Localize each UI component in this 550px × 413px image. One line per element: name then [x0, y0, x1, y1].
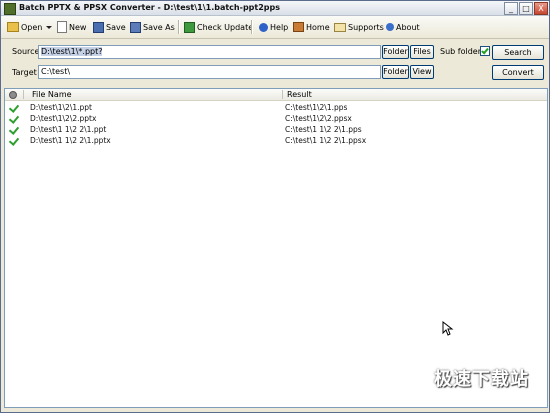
about-button[interactable]: About — [386, 19, 420, 35]
maximize-button[interactable]: □ — [519, 2, 533, 15]
folder-open-icon — [7, 22, 19, 32]
result-cell: C:\test\1\2\2.ppsx — [285, 114, 352, 123]
target-input[interactable]: C:\test\ — [38, 65, 381, 79]
mouse-cursor-icon — [442, 321, 454, 336]
source-input[interactable]: D:\test\1\*.ppt? — [38, 45, 381, 59]
target-view-button[interactable]: View — [410, 65, 434, 79]
save-as-label: Save As — [143, 22, 175, 32]
column-header-file-name[interactable]: File Name — [32, 89, 72, 100]
toolbar-separator — [178, 20, 180, 34]
file-name-cell: D:\test\1 1\2 2\1.pptx — [30, 136, 111, 145]
save-as-icon — [130, 21, 141, 33]
close-button[interactable]: X — [534, 2, 548, 15]
info-icon — [386, 23, 394, 31]
open-label: Open — [21, 22, 43, 32]
help-label: Help — [270, 22, 289, 32]
source-input-text: D:\test\1\*.ppt? — [41, 47, 103, 56]
source-files-button[interactable]: Files — [410, 45, 434, 59]
result-cell: C:\test\1 1\2 2\1.ppsx — [285, 136, 367, 145]
subfolders-checkbox[interactable] — [480, 46, 490, 56]
open-dropdown-arrow[interactable] — [46, 19, 52, 35]
column-divider — [23, 90, 24, 99]
column-divider — [282, 90, 283, 99]
supports-label: Supports — [348, 22, 384, 32]
floppy-disk-icon — [93, 21, 104, 33]
file-name-cell: D:\test\1\2\1.ppt — [30, 103, 92, 112]
save-button[interactable]: Save — [93, 19, 126, 35]
check-icon — [8, 135, 20, 146]
home-label: Home — [306, 22, 330, 32]
home-button[interactable]: Home — [293, 19, 330, 35]
chevron-down-icon — [46, 25, 52, 29]
help-button[interactable]: Help — [259, 19, 288, 35]
new-button[interactable]: New — [57, 19, 86, 35]
new-label: New — [69, 22, 87, 32]
save-label: Save — [106, 22, 126, 32]
open-button[interactable]: Open — [7, 19, 42, 35]
check-update-label: Check Update — [197, 22, 254, 32]
about-label: About — [396, 22, 420, 32]
new-file-icon — [57, 21, 67, 33]
grid-header: File Name Result — [5, 89, 547, 101]
check-icon — [8, 102, 20, 113]
minimize-button[interactable]: _ — [504, 2, 518, 15]
result-cell: C:\test\1\2\1.pps — [285, 103, 348, 112]
result-cell: C:\test\1 1\2 2\1.pps — [285, 125, 362, 134]
source-label: Source — [12, 47, 40, 56]
supports-button[interactable]: Supports — [334, 19, 384, 35]
source-folder-button[interactable]: Folder — [382, 45, 409, 59]
watermark-logo: 极速下载站 — [434, 369, 529, 390]
check-icon — [8, 113, 20, 124]
check-icon — [8, 124, 20, 135]
search-button[interactable]: Search — [492, 45, 544, 60]
envelope-icon — [334, 22, 346, 32]
title-bar[interactable]: Batch PPTX & PPSX Converter - D:\test\1\… — [1, 1, 549, 16]
toolbar-separator — [251, 20, 253, 34]
subfolders-label: Sub folders — [440, 47, 486, 56]
column-header-result[interactable]: Result — [287, 89, 312, 100]
convert-button[interactable]: Convert — [492, 65, 544, 80]
file-name-cell: D:\test\1 1\2 2\1.ppt — [30, 125, 107, 134]
check-update-button[interactable]: Check Update — [184, 19, 253, 35]
target-input-text: C:\test\ — [41, 67, 71, 76]
help-icon — [259, 22, 268, 32]
table-row[interactable]: D:\test\1 1\2 2\1.pptx C:\test\1 1\2 2\1… — [5, 135, 547, 146]
home-icon — [293, 22, 304, 32]
update-icon — [184, 21, 195, 33]
app-icon — [4, 3, 16, 15]
window-title: Batch PPTX & PPSX Converter - D:\test\1\… — [19, 3, 280, 12]
status-column-icon[interactable] — [9, 89, 17, 100]
target-folder-button[interactable]: Folder — [382, 65, 409, 79]
app-window: Batch PPTX & PPSX Converter - D:\test\1\… — [0, 0, 550, 413]
file-list-grid[interactable]: File Name Result D:\test\1\2\1.ppt C:\te… — [4, 88, 548, 408]
save-as-button[interactable]: Save As — [130, 19, 175, 35]
file-name-cell: D:\test\1\2\2.pptx — [30, 114, 97, 123]
toolbar: Open New Save Save As Check Update Help — [1, 16, 549, 39]
table-row[interactable]: D:\test\1\2\2.pptx C:\test\1\2\2.ppsx — [5, 113, 547, 124]
target-label: Target — [12, 68, 37, 77]
table-row[interactable]: D:\test\1 1\2 2\1.ppt C:\test\1 1\2 2\1.… — [5, 124, 547, 135]
table-row[interactable]: D:\test\1\2\1.ppt C:\test\1\2\1.pps — [5, 102, 547, 113]
